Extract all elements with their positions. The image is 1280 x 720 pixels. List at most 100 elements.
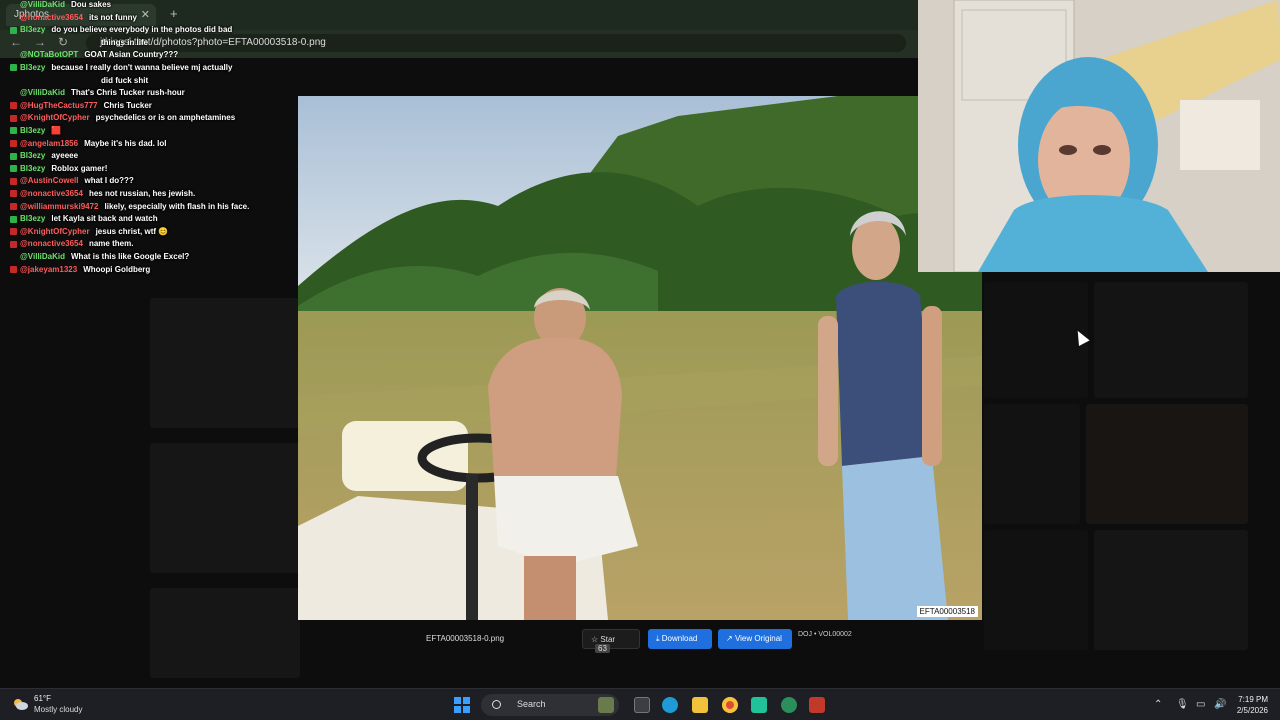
view-original-button[interactable]: ↗ View Original xyxy=(718,629,792,649)
gallery-thumbnail[interactable] xyxy=(150,298,300,428)
chat-username[interactable]: @nonactive3654 xyxy=(20,13,83,22)
screen: Jphotos ✕ + ← → ↻ jthingsl.tbot/d/photos… xyxy=(0,0,1280,720)
chat-badge-icon xyxy=(10,139,17,147)
chrome-profile-icon[interactable] xyxy=(781,697,797,713)
close-icon[interactable]: ✕ xyxy=(141,8,150,21)
star-button[interactable]: ☆ Star 63 xyxy=(582,629,640,653)
chat-message: @jakeyam1323 Whoopi Goldberg xyxy=(10,265,150,274)
chat-text: jesus christ, wtf 😊 xyxy=(95,226,169,236)
chat-text: what I do??? xyxy=(84,176,134,186)
chevron-up-icon[interactable]: ⌃ xyxy=(1154,699,1162,710)
chat-text: Roblox gamer! xyxy=(51,163,108,173)
gallery-thumbnail[interactable] xyxy=(1086,404,1248,524)
chat-badge-icon xyxy=(10,177,17,185)
clock[interactable]: 7:19 PM 2/5/2026 xyxy=(1237,694,1268,716)
webcam-feed xyxy=(918,0,1280,272)
gallery-thumbnail[interactable] xyxy=(150,443,300,573)
chat-text: That's Chris Tucker rush-hour xyxy=(71,88,185,98)
chat-text: ayeeee xyxy=(51,151,79,161)
chat-username[interactable]: Bl3ezy xyxy=(20,126,45,135)
edge-icon[interactable] xyxy=(662,697,678,713)
chat-username[interactable]: @VilliDaKid xyxy=(20,88,65,97)
network-icon[interactable]: ▭ xyxy=(1196,699,1205,710)
chat-username[interactable]: Bl3ezy xyxy=(20,25,45,34)
photo-id-label: EFTA00003518 xyxy=(916,606,978,617)
chat-badge-icon xyxy=(10,190,17,198)
url-field[interactable]: jthingsl.tbot/d/photos?photo=EFTA0000351… xyxy=(86,34,906,52)
chat-message: @angelam1856 Maybe it's his dad. lol xyxy=(10,139,166,148)
chat-text: Dou sakes xyxy=(71,0,112,9)
chat-badge-icon xyxy=(10,102,17,110)
webcam-illustration xyxy=(918,0,1280,272)
chat-badge-icon xyxy=(10,240,17,248)
chat-message: @nonactive3654 name them. xyxy=(10,239,133,248)
search-label: Search xyxy=(517,699,546,709)
chat-username[interactable]: @jakeyam1323 xyxy=(20,265,77,274)
photo-viewer-image: EFTA00003518 xyxy=(298,96,982,620)
file-explorer-icon[interactable] xyxy=(692,697,708,713)
search-highlight-icon[interactable] xyxy=(598,697,614,713)
chat-username[interactable]: @HugTheCactus777 xyxy=(20,101,98,110)
chat-username[interactable]: @KnightOfCypher xyxy=(20,227,90,236)
back-icon[interactable]: ← xyxy=(10,35,22,49)
weather-temperature: 61°F xyxy=(34,694,51,703)
chat-username[interactable]: @AustinCowell xyxy=(20,176,78,185)
chat-badge-icon xyxy=(10,215,17,223)
chat-message: @HugTheCactus777 Chris Tucker xyxy=(10,101,152,110)
photo-illustration xyxy=(298,96,982,620)
task-view-icon[interactable] xyxy=(634,697,650,713)
view-original-label: View Original xyxy=(734,634,782,643)
chat-text: 🟥 xyxy=(51,126,62,135)
chat-username[interactable]: @NOTaBotOPT xyxy=(20,50,78,59)
chat-text: name them. xyxy=(88,239,134,249)
chat-message: things in life xyxy=(101,38,148,47)
forward-icon[interactable]: → xyxy=(34,35,46,49)
photo-filename: EFTA00003518-0.png xyxy=(426,634,505,643)
chat-username[interactable]: @nonactive3654 xyxy=(20,239,83,248)
reload-icon[interactable]: ↻ xyxy=(58,35,68,49)
gallery-thumbnail[interactable] xyxy=(1094,530,1248,650)
chat-username[interactable]: @nonactive3654 xyxy=(20,189,83,198)
chat-message: Bl3ezy because I really don't wanna belie… xyxy=(10,63,232,72)
chat-username[interactable]: Bl3ezy xyxy=(20,214,45,223)
volume-icon[interactable]: 🔊 xyxy=(1214,699,1226,710)
chat-badge-icon xyxy=(10,26,17,34)
recording-app-icon[interactable] xyxy=(809,697,825,713)
chat-text: psychedelics or is on amphetamines xyxy=(95,113,236,123)
microphone-icon[interactable]: 🎙 xyxy=(1176,699,1189,710)
chrome-icon[interactable] xyxy=(722,697,738,713)
gallery-thumbnail[interactable] xyxy=(1094,282,1248,398)
gallery-thumbnail[interactable] xyxy=(984,404,1080,524)
chat-username[interactable]: Bl3ezy xyxy=(20,164,45,173)
chat-message: @NOTaBotOPT GOAT Asian Country??? xyxy=(20,50,178,59)
gallery-thumbnail[interactable] xyxy=(150,588,300,678)
windows-start-icon[interactable] xyxy=(454,697,470,713)
chat-message: Bl3ezy do you believe everybody in the ph… xyxy=(10,25,232,34)
star-icon: ☆ xyxy=(591,635,599,644)
chat-username[interactable]: @williammurski9472 xyxy=(20,202,99,211)
chat-username[interactable]: @VilliDaKid xyxy=(20,252,65,261)
chat-text: its not funny xyxy=(88,12,137,22)
star-label: Star xyxy=(600,635,616,644)
download-icon: ⤓ xyxy=(656,634,660,643)
taskbar: 61°F Mostly cloudy Search ⌃ 🎙 ▭ 🔊 7:19 P… xyxy=(0,688,1280,720)
chat-text: let Kayla sit back and watch xyxy=(51,214,158,224)
gallery-thumbnail[interactable] xyxy=(984,530,1088,650)
gallery-thumbnail[interactable] xyxy=(984,282,1088,398)
chat-username[interactable]: @VilliDaKid xyxy=(20,0,65,9)
chat-text: hes not russian, hes jewish. xyxy=(88,189,196,198)
download-button[interactable]: ⤓ Download xyxy=(648,629,712,649)
app-icon[interactable] xyxy=(751,697,767,713)
chat-username[interactable]: @angelam1856 xyxy=(20,139,78,148)
new-tab-button[interactable]: + xyxy=(170,6,178,21)
source-label: DOJ • VOL00002 xyxy=(798,631,852,638)
chat-username[interactable]: Bl3ezy xyxy=(20,151,45,160)
search-icon xyxy=(492,700,501,709)
chat-username[interactable]: @KnightOfCypher xyxy=(20,113,90,122)
chat-message: Bl3ezy ayeeee xyxy=(10,151,78,160)
chat-text: do you believe everybody in the photos d… xyxy=(51,25,233,35)
chat-username[interactable]: Bl3ezy xyxy=(20,63,45,72)
cloud-icon xyxy=(14,699,28,710)
clock-date: 2/5/2026 xyxy=(1236,706,1268,715)
download-label: Download xyxy=(661,634,698,643)
